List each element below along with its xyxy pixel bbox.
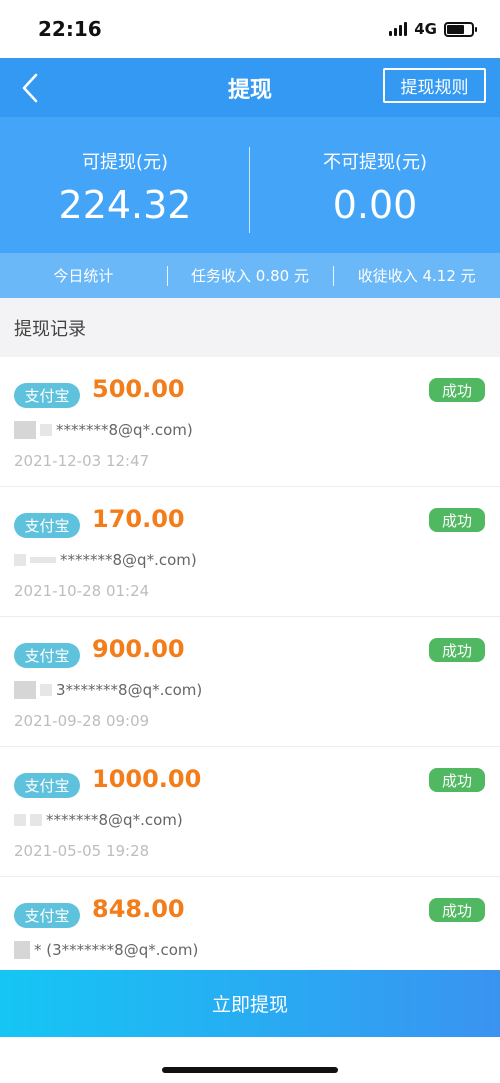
available-value: 224.32 bbox=[58, 183, 192, 227]
unavailable-balance: 不可提现(元) 0.00 bbox=[250, 117, 500, 253]
unavailable-value: 0.00 bbox=[332, 183, 418, 227]
status-indicators: 4G bbox=[389, 20, 477, 38]
record-account: *******8@q*.com) bbox=[60, 551, 197, 569]
success-badge: 成功 bbox=[429, 378, 485, 402]
battery-level bbox=[447, 24, 464, 34]
withdraw-record[interactable]: 支付宝 500.00 成功 *******8@q*.com) 2021-12-0… bbox=[0, 357, 500, 487]
withdraw-record[interactable]: 支付宝 1000.00 成功 *******8@q*.com) 2021-05-… bbox=[0, 747, 500, 877]
alipay-badge: 支付宝 bbox=[14, 773, 80, 798]
nav-bar: 提现 提现规则 bbox=[0, 58, 500, 117]
home-indicator[interactable] bbox=[162, 1067, 338, 1073]
account-row: *******8@q*.com) bbox=[14, 811, 183, 829]
alipay-badge: 支付宝 bbox=[14, 383, 80, 408]
status-bar: 22:16 4G bbox=[0, 0, 500, 58]
network-type: 4G bbox=[414, 20, 437, 38]
unavailable-label: 不可提现(元) bbox=[322, 152, 428, 173]
record-date: 2021-10-28 01:24 bbox=[14, 582, 150, 600]
account-row: *******8@q*.com) bbox=[14, 551, 197, 569]
masked-name bbox=[30, 814, 42, 826]
masked-name bbox=[14, 681, 36, 699]
recruit-income: 收徒收入 4.12 元 bbox=[333, 265, 500, 286]
back-arrow-icon[interactable] bbox=[18, 72, 46, 104]
withdraw-records-list: 支付宝 500.00 成功 *******8@q*.com) 2021-12-0… bbox=[0, 357, 500, 970]
balance-summary: 可提现(元) 224.32 不可提现(元) 0.00 bbox=[0, 117, 500, 253]
record-account: 3*******8@q*.com) bbox=[56, 681, 203, 699]
account-row: * (3*******8@q*.com) bbox=[14, 941, 198, 959]
today-stats-label: 今日统计 bbox=[53, 267, 114, 285]
records-scroll-area[interactable]: 支付宝 500.00 成功 *******8@q*.com) 2021-12-0… bbox=[0, 357, 500, 970]
record-account: * (3*******8@q*.com) bbox=[34, 941, 199, 959]
account-row: *******8@q*.com) bbox=[14, 421, 193, 439]
record-amount: 170.00 bbox=[92, 505, 185, 533]
success-badge: 成功 bbox=[429, 508, 485, 532]
alipay-badge: 支付宝 bbox=[14, 513, 80, 538]
masked-name bbox=[14, 814, 26, 826]
success-badge: 成功 bbox=[429, 638, 485, 662]
page-title: 提现 bbox=[227, 77, 272, 103]
record-date: 2021-09-28 09:09 bbox=[14, 712, 150, 730]
alipay-badge: 支付宝 bbox=[14, 643, 80, 668]
record-amount: 900.00 bbox=[92, 635, 185, 663]
battery-icon bbox=[444, 21, 477, 37]
record-account: *******8@q*.com) bbox=[56, 421, 193, 439]
daily-stats-bar: 今日统计 任务收入 0.80 元 收徒收入 4.12 元 bbox=[0, 253, 500, 298]
signal-icon bbox=[389, 22, 408, 36]
masked-name bbox=[40, 684, 52, 696]
withdraw-record[interactable]: 支付宝 170.00 成功 *******8@q*.com) 2021-10-2… bbox=[0, 487, 500, 617]
record-amount: 848.00 bbox=[92, 895, 185, 923]
records-section-title: 提现记录 bbox=[0, 298, 500, 358]
masked-name bbox=[14, 554, 26, 566]
alipay-badge: 支付宝 bbox=[14, 903, 80, 928]
record-amount: 500.00 bbox=[92, 375, 185, 403]
task-income: 任务收入 0.80 元 bbox=[166, 265, 334, 286]
status-time: 22:16 bbox=[38, 17, 102, 41]
record-date: 2021-12-03 12:47 bbox=[14, 452, 150, 470]
withdraw-now-button[interactable]: 立即提现 bbox=[0, 970, 500, 1037]
record-account: *******8@q*.com) bbox=[46, 811, 183, 829]
masked-name bbox=[30, 557, 56, 563]
masked-name bbox=[40, 424, 52, 436]
available-balance: 可提现(元) 224.32 bbox=[0, 117, 250, 253]
available-label: 可提现(元) bbox=[81, 152, 169, 173]
success-badge: 成功 bbox=[429, 768, 485, 792]
summary-divider bbox=[249, 147, 250, 233]
record-date: 2021-05-05 19:28 bbox=[14, 842, 150, 860]
record-amount: 1000.00 bbox=[92, 765, 202, 793]
account-row: 3*******8@q*.com) bbox=[14, 681, 202, 699]
withdraw-rules-button[interactable]: 提现规则 bbox=[383, 68, 486, 103]
success-badge: 成功 bbox=[429, 898, 485, 922]
home-indicator-area bbox=[0, 1037, 500, 1083]
withdraw-record[interactable]: 支付宝 848.00 成功 * (3*******8@q*.com) bbox=[0, 877, 500, 970]
withdraw-record[interactable]: 支付宝 900.00 成功 3*******8@q*.com) 2021-09-… bbox=[0, 617, 500, 747]
masked-name bbox=[14, 421, 36, 439]
masked-name bbox=[14, 941, 30, 959]
